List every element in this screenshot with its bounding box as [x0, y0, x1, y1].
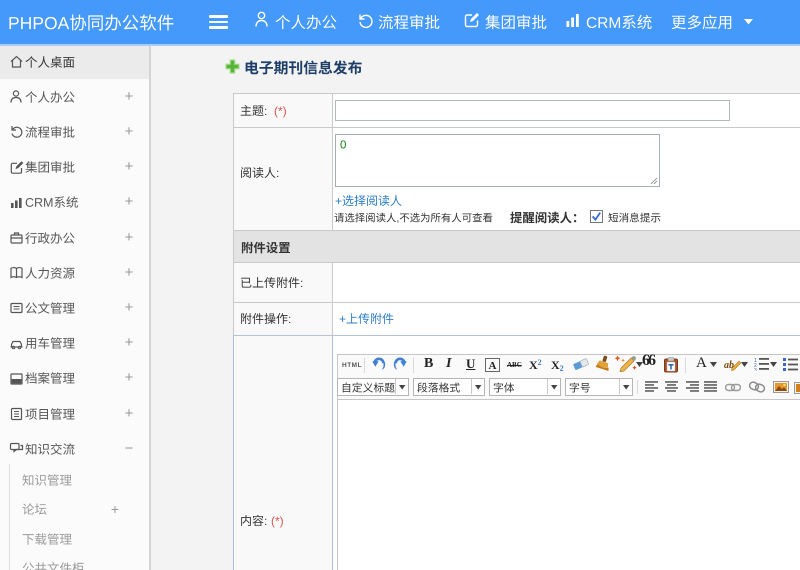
svg-text:A: A [489, 360, 497, 372]
svg-text:3: 3 [754, 368, 757, 371]
